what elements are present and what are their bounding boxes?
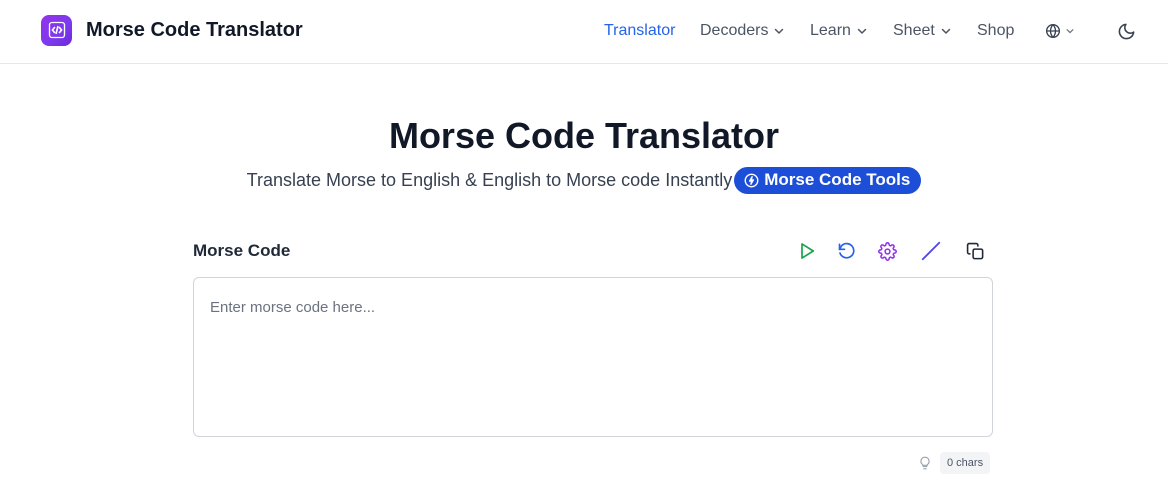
char-count-badge: 0 chars — [940, 452, 991, 474]
nav-sheet[interactable]: Sheet — [893, 22, 951, 40]
page-title: Morse Code Translator — [388, 115, 780, 156]
bolt-icon — [744, 173, 759, 188]
top-navbar: Morse Code Translator Translator Decoder… — [0, 0, 1168, 64]
chevron-down-icon — [941, 26, 951, 36]
main-nav: Translator Decoders Learn Sheet Shop — [0, 18, 1168, 44]
play-icon — [797, 241, 817, 261]
reset-button[interactable] — [835, 239, 859, 263]
play-button[interactable] — [795, 239, 819, 263]
moon-icon — [1117, 22, 1136, 41]
chevron-down-icon — [857, 26, 867, 36]
nav-decoders[interactable]: Decoders — [700, 22, 784, 40]
chevron-down-icon — [1066, 27, 1074, 35]
nav-shop-label: Shop — [977, 22, 1015, 39]
nav-learn-label: Learn — [810, 22, 851, 39]
morse-code-input[interactable] — [194, 278, 992, 436]
nav-decoders-label: Decoders — [700, 22, 769, 39]
copy-icon — [966, 242, 985, 261]
language-selector[interactable] — [1045, 23, 1074, 39]
nav-shop[interactable]: Shop — [977, 22, 1014, 40]
globe-icon — [1045, 23, 1061, 39]
page-subtitle: Translate Morse to English & English to … — [246, 169, 733, 190]
morse-input-container — [193, 277, 993, 437]
settings-button[interactable] — [875, 239, 899, 263]
gear-icon — [877, 241, 897, 261]
slash-icon — [920, 240, 942, 262]
copy-button[interactable] — [963, 239, 987, 263]
slash-button[interactable] — [919, 239, 943, 263]
morse-code-tools-label: Morse Code Tools — [764, 170, 911, 189]
rotate-ccw-icon — [837, 241, 857, 261]
editor-toolbar — [0, 239, 1168, 263]
theme-toggle[interactable] — [1117, 22, 1136, 41]
chevron-down-icon — [774, 26, 784, 36]
nav-translator[interactable]: Translator — [604, 22, 675, 40]
nav-translator-label: Translator — [604, 22, 676, 39]
nav-sheet-label: Sheet — [893, 22, 935, 39]
page-subtitle-row: Translate Morse to English & English to … — [0, 165, 1168, 195]
nav-learn[interactable]: Learn — [810, 22, 867, 40]
lightbulb-icon[interactable] — [916, 454, 934, 472]
morse-code-tools-button[interactable]: Morse Code Tools — [734, 166, 922, 194]
